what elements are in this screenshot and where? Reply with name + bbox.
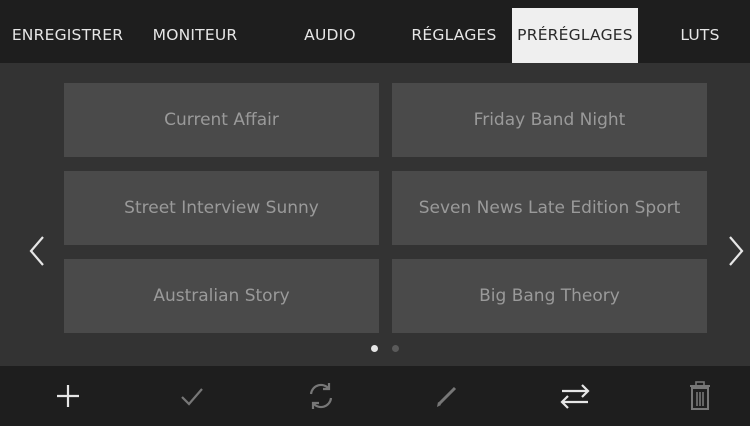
pencil-icon[interactable] [425, 376, 469, 416]
preset-tile[interactable]: Big Bang Theory [392, 259, 707, 333]
page-dot-active [371, 345, 378, 352]
tab-bar: ENREGISTRER MONITEUR AUDIO RÉGLAGES PRÉR… [0, 0, 750, 63]
preset-tile[interactable]: Street Interview Sunny [64, 171, 379, 245]
page-indicator [0, 345, 750, 355]
trash-icon[interactable] [678, 376, 722, 416]
presets-grid: Current Affair Friday Band Night Street … [0, 63, 750, 365]
camera-screen: ENREGISTRER MONITEUR AUDIO RÉGLAGES PRÉR… [0, 0, 750, 426]
preset-tile[interactable]: Seven News Late Edition Sport [392, 171, 707, 245]
tab-moniteur[interactable]: MONITEUR [135, 8, 255, 63]
tab-reglages[interactable]: RÉGLAGES [398, 8, 510, 63]
page-dot [392, 345, 399, 352]
preset-tile[interactable]: Australian Story [64, 259, 379, 333]
transfer-icon[interactable] [553, 376, 597, 416]
tab-audio[interactable]: AUDIO [280, 8, 380, 63]
preset-tile[interactable]: Friday Band Night [392, 83, 707, 157]
tab-preglages[interactable]: PRÉRÉGLAGES [512, 8, 638, 63]
chevron-right-icon[interactable] [726, 233, 746, 269]
tab-enregistrer[interactable]: ENREGISTRER [0, 8, 135, 63]
tab-luts[interactable]: LUTS [665, 8, 735, 63]
preset-tile[interactable]: Current Affair [64, 83, 379, 157]
plus-icon[interactable] [46, 376, 90, 416]
refresh-icon[interactable] [299, 376, 343, 416]
preset-toolbar [0, 366, 750, 426]
chevron-left-icon[interactable] [27, 233, 47, 269]
check-icon[interactable] [170, 376, 214, 416]
